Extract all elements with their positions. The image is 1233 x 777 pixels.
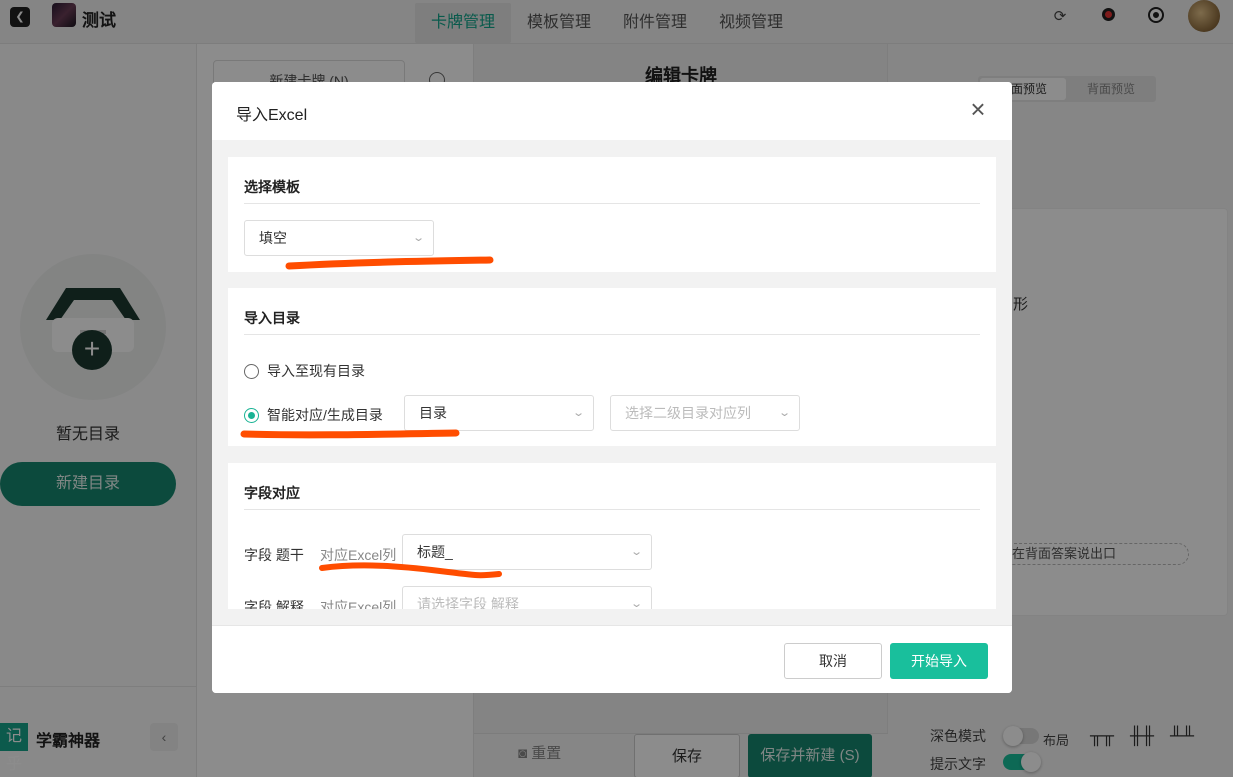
annotation-stroke-template (285, 256, 494, 270)
annotation-stroke-directory (240, 429, 460, 439)
annotation-stroke-field (319, 562, 502, 579)
annotation-underlines (240, 256, 502, 579)
